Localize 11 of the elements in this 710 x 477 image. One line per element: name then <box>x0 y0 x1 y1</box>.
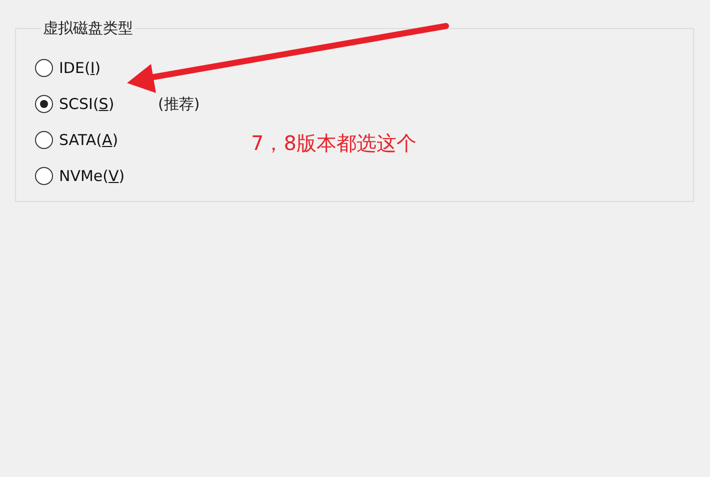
radio-button[interactable] <box>35 95 53 113</box>
radio-option[interactable]: IDE(I) <box>35 59 155 77</box>
radio-button[interactable] <box>35 59 53 77</box>
radio-option[interactable]: SCSI(S) <box>35 95 155 113</box>
group-title: 虚拟磁盘类型 <box>42 19 134 38</box>
recommended-note: (推荐) <box>158 94 200 114</box>
radio-option[interactable]: SATA(A) <box>35 131 155 149</box>
annotation-text: 7，8版本都选这个 <box>251 130 416 157</box>
radio-button[interactable] <box>35 167 53 185</box>
radio-option[interactable]: NVMe(V) <box>35 167 155 185</box>
radio-button[interactable] <box>35 131 53 149</box>
